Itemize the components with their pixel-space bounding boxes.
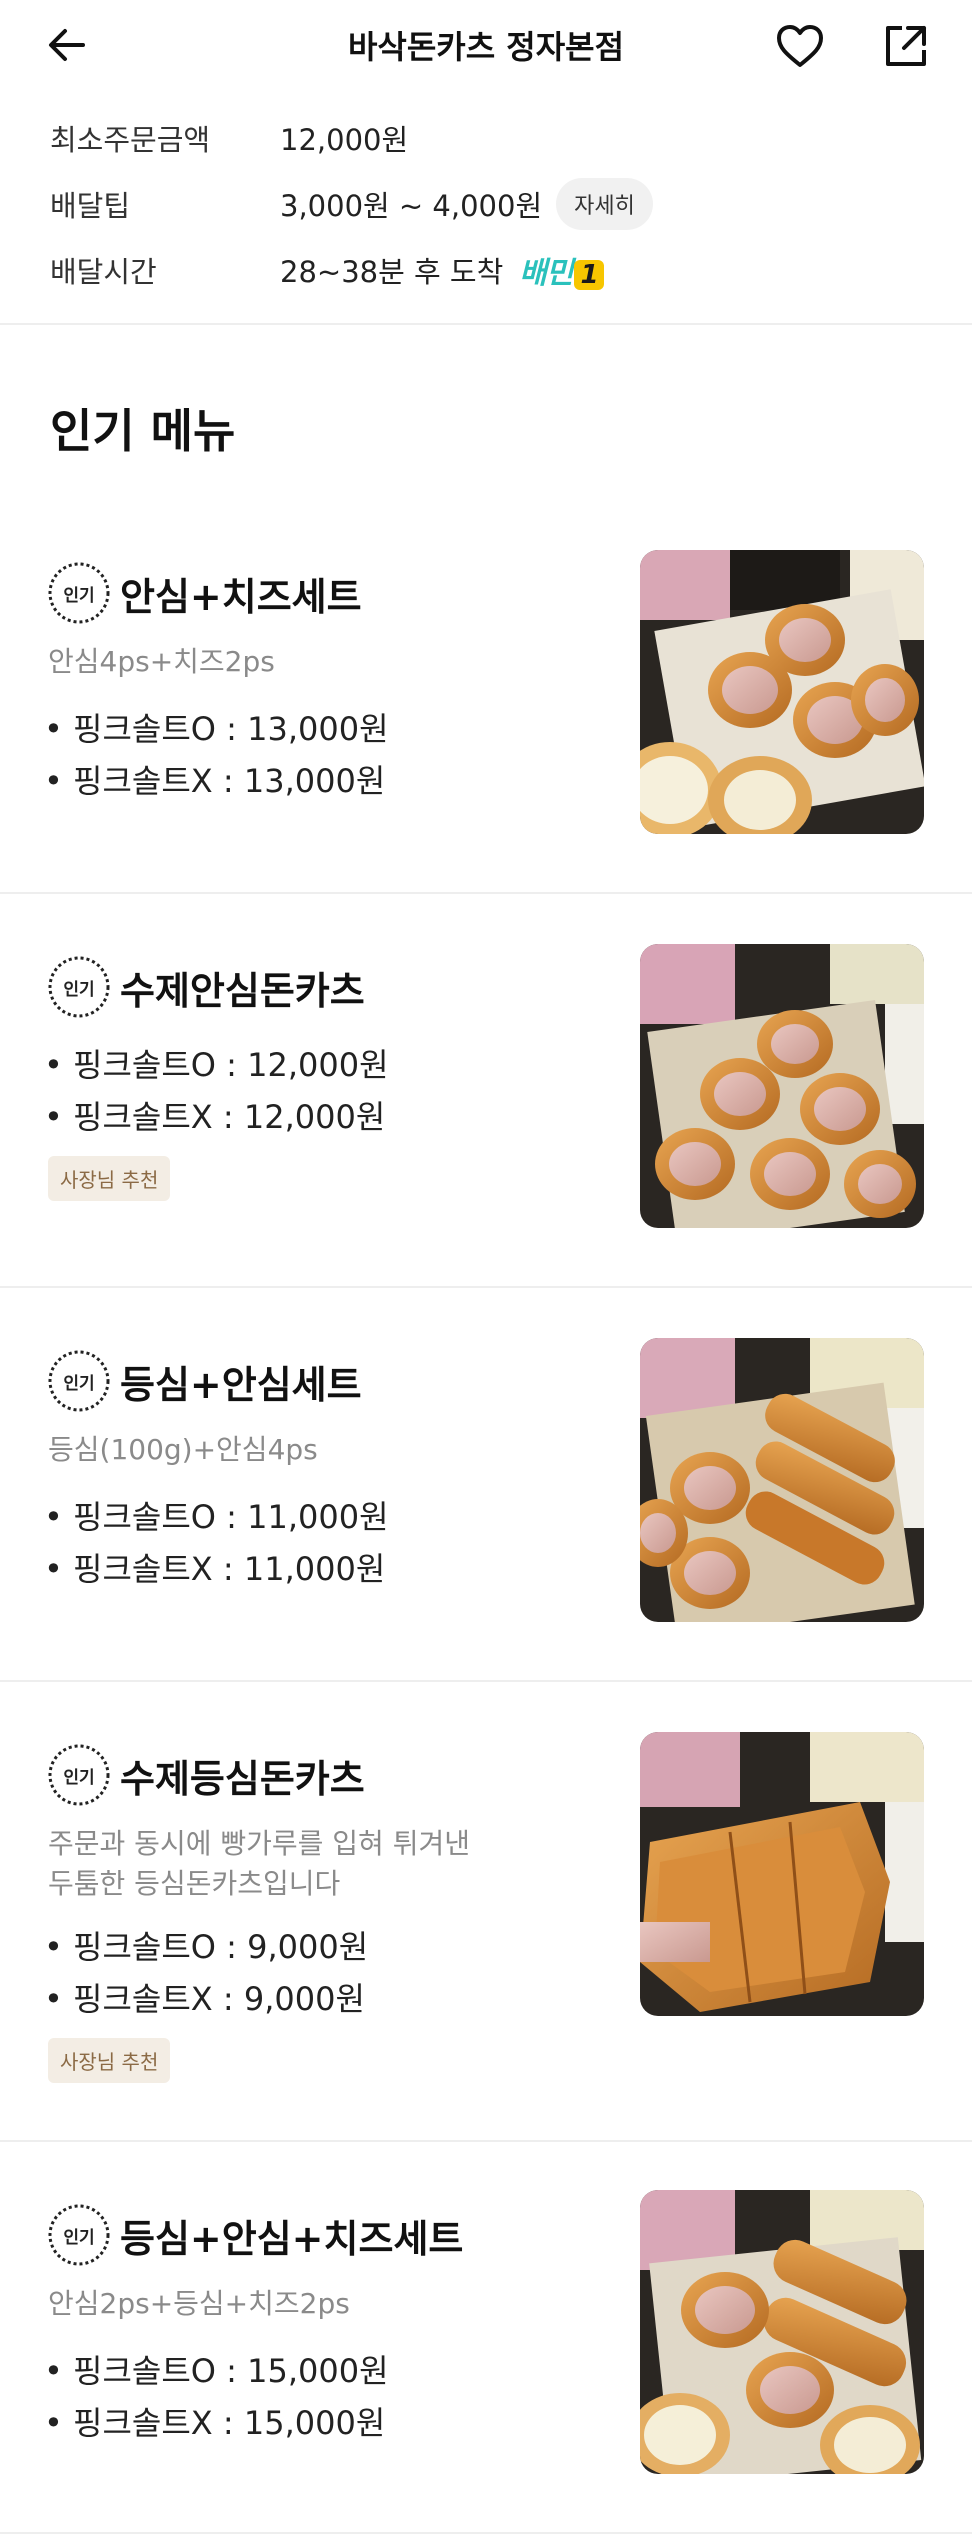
- price-pink-salt-x: • 핑크솔트X : 13,000원: [44, 762, 386, 800]
- popular-badge: 인기: [46, 1348, 112, 1414]
- menu-photo: [640, 944, 924, 1228]
- menu-name-row: 인기 수제안심돈카츠: [46, 954, 365, 1020]
- min-order-value: 12,000원: [280, 123, 409, 157]
- delivery-time-label: 배달시간: [50, 255, 157, 289]
- owner-recommend-tag: 사장님 추천: [48, 1156, 171, 1201]
- menu-item[interactable]: 인기 안심+치즈세트 안심4ps+치즈2ps • 핑크솔트O : 13,000원…: [0, 520, 972, 890]
- popular-badge: 인기: [46, 2202, 112, 2268]
- popular-badge-label: 인기: [63, 1373, 95, 1394]
- popular-badge: 인기: [46, 1742, 112, 1808]
- delivery-tip-detail-button[interactable]: 자세히: [556, 178, 653, 230]
- price-pink-salt-o: • 핑크솔트O : 13,000원: [44, 710, 389, 748]
- menu-name-row: 인기 안심+치즈세트: [46, 560, 362, 626]
- baemin-badge-number: 1: [574, 260, 604, 290]
- delivery-tip-value-wrap: 3,000원 ~ 4,000원 자세히: [280, 178, 653, 230]
- menu-name: 안심+치즈세트: [120, 574, 362, 619]
- menu-item[interactable]: 인기 수제등심돈카츠 주문과 동시에 빵가루를 입혀 튀겨낸 두툼한 등심돈카츠…: [0, 1682, 972, 2140]
- favorite-button[interactable]: [770, 16, 830, 76]
- menu-name: 수제등심돈카츠: [120, 1756, 365, 1801]
- menu-photo: [640, 550, 924, 834]
- menu-description-line-2: 두툼한 등심돈카츠입니다: [48, 1867, 341, 1900]
- menu-name: 등심+안심+치즈세트: [120, 2216, 464, 2261]
- share-icon: [886, 26, 926, 66]
- menu-item[interactable]: 인기 수제안심돈카츠 • 핑크솔트O : 12,000원 • 핑크솔트X : 1…: [0, 894, 972, 1286]
- owner-recommend-tag: 사장님 추천: [48, 2038, 171, 2083]
- price-pink-salt-x: • 핑크솔트X : 12,000원: [44, 1098, 386, 1136]
- divider: [0, 2532, 972, 2534]
- divider: [0, 323, 972, 325]
- menu-description: 안심2ps+등심+치즈2ps: [48, 2287, 350, 2320]
- delivery-time-value: 28~38분 후 도착: [280, 255, 504, 289]
- price-pink-salt-x: • 핑크솔트X : 15,000원: [44, 2404, 386, 2442]
- price-pink-salt-o: • 핑크솔트O : 15,000원: [44, 2352, 389, 2390]
- share-button[interactable]: [876, 16, 936, 76]
- baemin-one-badge: 배민 1: [519, 248, 604, 292]
- delivery-time-row: 배달시간 28~38분 후 도착 배민 1: [50, 237, 930, 303]
- menu-item[interactable]: 인기 등심+안심세트 등심(100g)+안심4ps • 핑크솔트O : 11,0…: [0, 1288, 972, 1680]
- popular-badge: 인기: [46, 560, 112, 626]
- delivery-tip-label: 배달팁: [50, 189, 131, 223]
- popular-badge-label: 인기: [63, 1767, 95, 1788]
- delivery-tip-value: 3,000원 ~ 4,000원: [280, 189, 543, 223]
- menu-name-row: 인기 등심+안심+치즈세트: [46, 2202, 463, 2268]
- delivery-time-value-wrap: 28~38분 후 도착 배민 1: [280, 248, 604, 292]
- baemin-badge-text: 배민: [519, 256, 573, 291]
- price-pink-salt-x: • 핑크솔트X : 9,000원: [44, 1980, 365, 2018]
- popular-badge-label: 인기: [63, 979, 95, 1000]
- heart-icon: [777, 25, 823, 67]
- menu-name: 등심+안심세트: [120, 1362, 362, 1407]
- price-pink-salt-o: • 핑크솔트O : 12,000원: [44, 1046, 389, 1084]
- menu-photo: [640, 2190, 924, 2474]
- menu-description: 안심4ps+치즈2ps: [48, 645, 275, 678]
- price-pink-salt-o: • 핑크솔트O : 11,000원: [44, 1498, 389, 1536]
- popular-badge-label: 인기: [63, 585, 95, 606]
- store-info: 최소주문금액 12,000원 배달팁 3,000원 ~ 4,000원 자세히 배…: [50, 105, 930, 303]
- top-bar: 바삭돈카츠 정자본점: [0, 0, 972, 90]
- delivery-tip-row: 배달팁 3,000원 ~ 4,000원 자세히: [50, 171, 930, 237]
- menu-photo: [640, 1732, 924, 2016]
- menu-description-line-1: 주문과 동시에 빵가루를 입혀 튀겨낸: [48, 1827, 471, 1860]
- menu-name-row: 인기 수제등심돈카츠: [46, 1742, 365, 1808]
- min-order-row: 최소주문금액 12,000원: [50, 105, 930, 171]
- popular-badge: 인기: [46, 954, 112, 1020]
- menu-photo: [640, 1338, 924, 1622]
- min-order-label: 최소주문금액: [50, 123, 211, 157]
- menu-item[interactable]: 인기 등심+안심+치즈세트 안심2ps+등심+치즈2ps • 핑크솔트O : 1…: [0, 2142, 972, 2532]
- popular-badge-label: 인기: [63, 2227, 95, 2248]
- price-pink-salt-x: • 핑크솔트X : 11,000원: [44, 1550, 386, 1588]
- menu-name: 수제안심돈카츠: [120, 968, 365, 1013]
- menu-description: 등심(100g)+안심4ps: [48, 1433, 318, 1466]
- section-title-popular: 인기 메뉴: [50, 404, 236, 458]
- price-pink-salt-o: • 핑크솔트O : 9,000원: [44, 1928, 369, 1966]
- menu-name-row: 인기 등심+안심세트: [46, 1348, 362, 1414]
